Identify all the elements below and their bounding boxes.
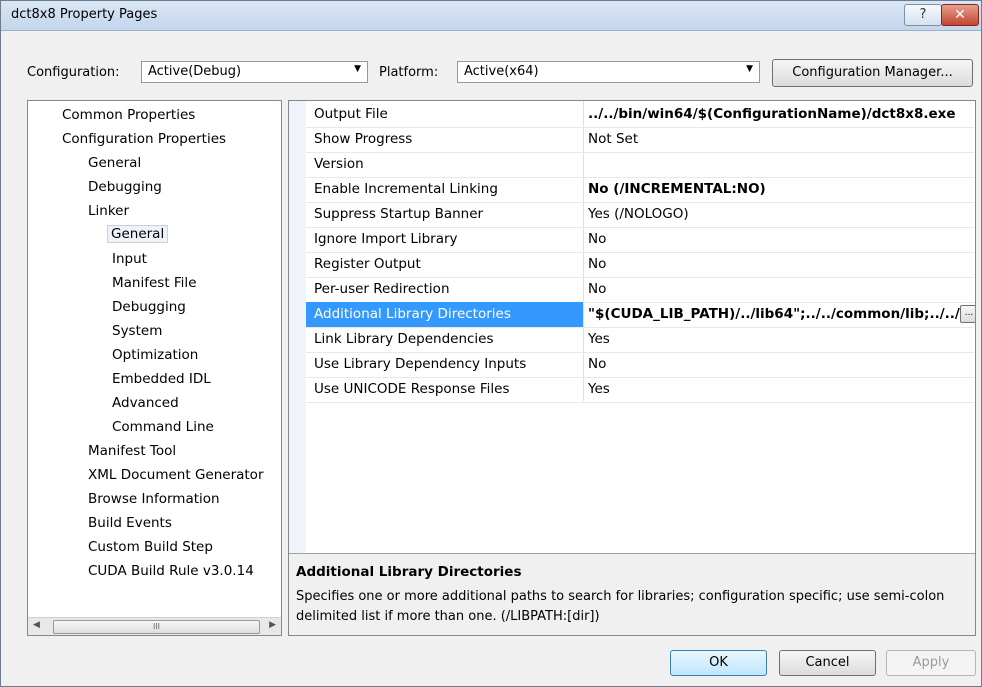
property-row[interactable]: Link Library Dependencies Yes — [306, 327, 974, 353]
property-row[interactable]: Per-user Redirection No — [306, 277, 974, 303]
property-name: Additional Library Directories — [314, 306, 511, 322]
tree-item-xml-document-generator[interactable]: XML Document Generator — [88, 467, 264, 483]
window-title: dct8x8 Property Pages — [11, 7, 158, 22]
category-tree: Common Properties Configuration Properti… — [27, 100, 282, 636]
help-button[interactable]: ? — [904, 4, 942, 26]
property-row[interactable]: Register Output No — [306, 252, 974, 278]
tree-horizontal-scrollbar[interactable]: ◀ III ▶ — [28, 617, 281, 635]
platform-value: Active(x64) — [464, 64, 539, 79]
configuration-manager-button[interactable]: Configuration Manager... — [772, 59, 973, 87]
property-grid: Output File ../../bin/win64/$(Configurat… — [288, 100, 976, 636]
chevron-down-icon: ▼ — [746, 64, 753, 74]
tree-item-linker[interactable]: Linker — [88, 203, 129, 219]
tree-item-common-properties[interactable]: Common Properties — [62, 107, 195, 123]
scroll-left-icon[interactable]: ◀ — [33, 620, 40, 630]
property-row-selected[interactable]: Additional Library Directories "$(CUDA_L… — [306, 302, 975, 328]
apply-button[interactable]: Apply — [886, 650, 976, 676]
tree-item-general[interactable]: General — [88, 155, 141, 171]
description-text: Specifies one or more additional paths t… — [296, 589, 945, 624]
property-name: Enable Incremental Linking — [314, 181, 498, 197]
tree-item-system[interactable]: System — [112, 323, 162, 339]
property-value[interactable]: No — [588, 281, 606, 297]
tree-item-linker-debugging[interactable]: Debugging — [112, 299, 186, 315]
property-name: Register Output — [314, 256, 421, 272]
platform-label: Platform: — [379, 65, 439, 80]
property-value[interactable]: No — [588, 356, 606, 372]
property-row[interactable]: Enable Incremental Linking No (/INCREMEN… — [306, 177, 974, 203]
property-row[interactable]: Suppress Startup Banner Yes (/NOLOGO) — [306, 202, 974, 228]
property-name: Suppress Startup Banner — [314, 206, 484, 222]
property-row[interactable]: Show Progress Not Set — [306, 127, 974, 153]
property-row[interactable]: Use Library Dependency Inputs No — [306, 352, 974, 378]
property-row[interactable]: Version — [306, 152, 974, 178]
property-value[interactable]: No — [588, 231, 606, 247]
property-value[interactable]: No (/INCREMENTAL:NO) — [588, 181, 766, 197]
scroll-thumb[interactable]: III — [53, 620, 260, 634]
tree-item-build-events[interactable]: Build Events — [88, 515, 172, 531]
configuration-dropdown[interactable]: Active(Debug) ▼ — [141, 61, 368, 83]
tree-item-command-line[interactable]: Command Line — [112, 419, 214, 435]
property-row[interactable]: Output File ../../bin/win64/$(Configurat… — [306, 102, 974, 128]
tree-item-linker-general[interactable]: General — [107, 225, 169, 243]
tree-item-custom-build-step[interactable]: Custom Build Step — [88, 539, 213, 555]
property-row[interactable]: Use UNICODE Response Files Yes — [306, 377, 974, 403]
property-name: Ignore Import Library — [314, 231, 458, 247]
configuration-label: Configuration: — [27, 65, 120, 80]
property-name: Version — [314, 156, 364, 172]
property-row[interactable]: Ignore Import Library No — [306, 227, 974, 253]
tree-item-manifest-tool[interactable]: Manifest Tool — [88, 443, 176, 459]
property-name: Use Library Dependency Inputs — [314, 356, 527, 372]
tree-item-browse-information[interactable]: Browse Information — [88, 491, 220, 507]
property-name: Per-user Redirection — [314, 281, 450, 297]
property-name: Link Library Dependencies — [314, 331, 494, 347]
tree-item-advanced[interactable]: Advanced — [112, 395, 179, 411]
property-name: Show Progress — [314, 131, 413, 147]
grid-gutter — [289, 101, 306, 553]
tree-item-embedded-idl[interactable]: Embedded IDL — [112, 371, 211, 387]
platform-dropdown[interactable]: Active(x64) ▼ — [457, 61, 760, 83]
property-value[interactable]: ../../bin/win64/$(ConfigurationName)/dct… — [588, 106, 956, 122]
ok-button[interactable]: OK — [670, 650, 767, 676]
configuration-value: Active(Debug) — [148, 64, 242, 79]
property-value[interactable]: Yes — [588, 331, 610, 347]
close-button[interactable]: ✕ — [941, 4, 979, 26]
tree-item-cuda-build-rule[interactable]: CUDA Build Rule v3.0.14 — [88, 563, 254, 579]
tree-item-configuration-properties[interactable]: Configuration Properties — [62, 131, 226, 147]
tree-item-debugging[interactable]: Debugging — [88, 179, 162, 195]
title-bar: dct8x8 Property Pages ? ✕ — [1, 1, 981, 31]
property-value[interactable]: "$(CUDA_LIB_PATH)/../lib64";../../common… — [588, 306, 960, 322]
cancel-button[interactable]: Cancel — [779, 650, 876, 676]
chevron-down-icon: ▼ — [354, 64, 361, 74]
tree-item-input[interactable]: Input — [112, 251, 147, 267]
property-name: Use UNICODE Response Files — [314, 381, 510, 397]
property-value[interactable]: No — [588, 256, 606, 272]
property-pages-window: dct8x8 Property Pages ? ✕ Configuration:… — [0, 0, 982, 687]
property-value[interactable]: Yes (/NOLOGO) — [588, 206, 689, 222]
property-value[interactable]: Not Set — [588, 131, 638, 147]
description-title: Additional Library Directories — [296, 564, 522, 580]
description-panel: Additional Library Directories Specifies… — [289, 553, 975, 635]
tree-item-optimization[interactable]: Optimization — [112, 347, 198, 363]
scroll-right-icon[interactable]: ▶ — [269, 620, 276, 630]
tree-item-manifest-file[interactable]: Manifest File — [112, 275, 197, 291]
property-name: Output File — [314, 106, 388, 122]
browse-button[interactable]: ... — [960, 305, 975, 323]
property-value[interactable]: Yes — [588, 381, 610, 397]
